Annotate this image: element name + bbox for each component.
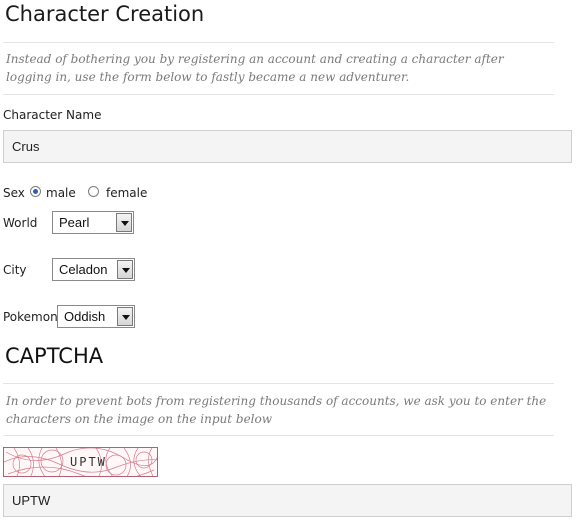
character-name-input[interactable]: Crus <box>3 130 572 163</box>
world-label: World <box>3 216 38 230</box>
sex-male-label[interactable]: male <box>46 186 76 200</box>
sex-female-label[interactable]: female <box>106 186 147 200</box>
captcha-title: CAPTCHA <box>5 344 104 368</box>
sex-label: Sex <box>3 186 25 200</box>
sex-male-radio[interactable] <box>30 186 41 197</box>
character-name-value: Crus <box>12 139 40 154</box>
captcha-description: In order to prevent bots from registerin… <box>6 394 547 426</box>
divider <box>3 435 554 436</box>
world-value: Pearl <box>59 215 90 230</box>
city-value: Celadon <box>59 262 108 277</box>
chevron-down-icon[interactable] <box>117 260 133 279</box>
sex-female-radio[interactable] <box>88 186 99 197</box>
city-label: City <box>3 263 27 277</box>
page-title: Character Creation <box>5 2 205 26</box>
divider <box>3 94 554 95</box>
character-name-label: Character Name <box>3 108 102 122</box>
pokemon-select[interactable]: Oddish <box>57 305 135 328</box>
chevron-down-icon[interactable] <box>116 213 132 232</box>
divider <box>3 42 554 43</box>
intro-text: Instead of bothering you by registering … <box>6 52 504 84</box>
divider <box>3 383 554 384</box>
captcha-input[interactable]: UPTW <box>3 484 572 517</box>
pokemon-label: Pokemon <box>3 310 58 324</box>
captcha-input-value: UPTW <box>12 493 51 508</box>
world-select[interactable]: Pearl <box>52 211 134 234</box>
chevron-down-icon[interactable] <box>117 307 133 326</box>
city-select[interactable]: Celadon <box>52 258 135 281</box>
captcha-image-text: UPTW <box>70 455 107 469</box>
pokemon-value: Oddish <box>64 309 106 324</box>
captcha-image: UPTW <box>3 447 158 477</box>
